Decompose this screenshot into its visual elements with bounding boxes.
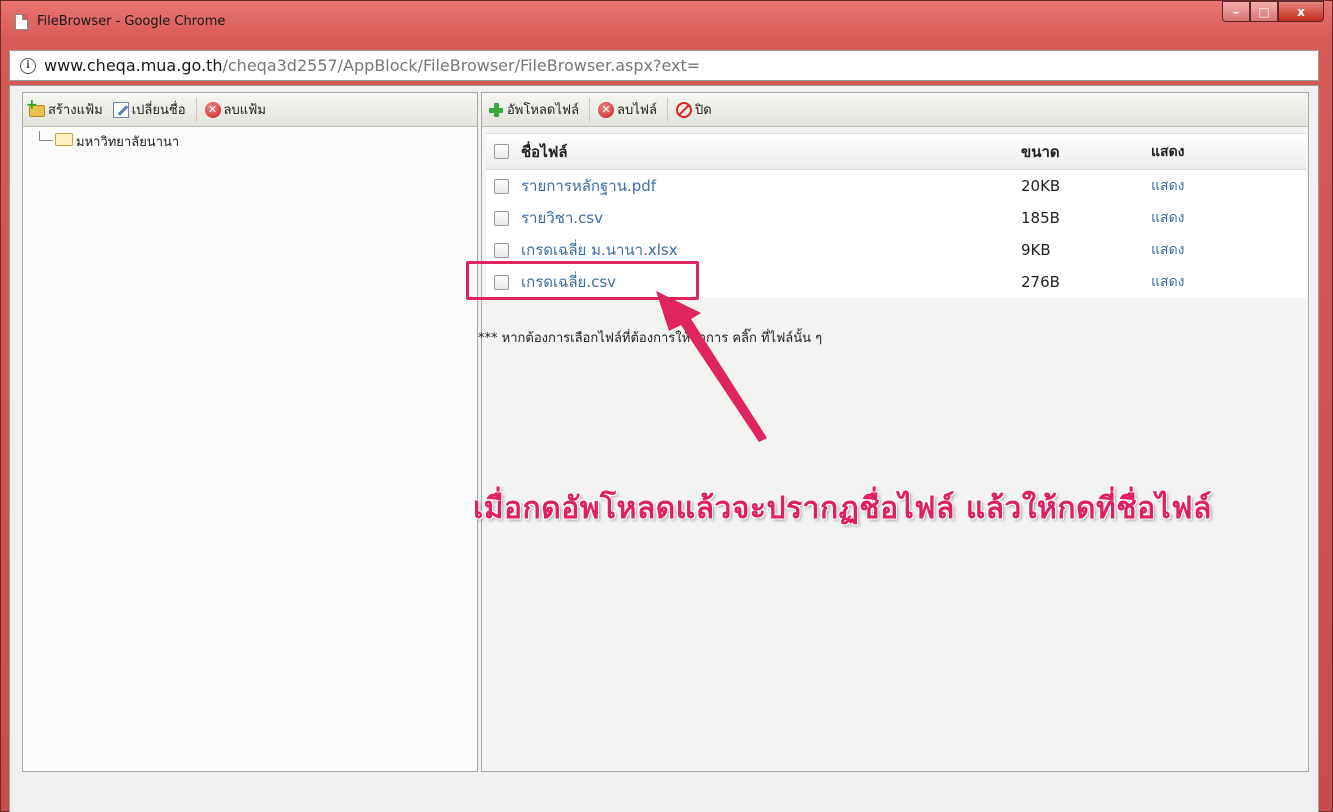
page-icon bbox=[15, 14, 28, 30]
file-name-link[interactable]: รายการหลักฐาน.pdf bbox=[521, 174, 1021, 198]
tree-connector bbox=[39, 131, 53, 141]
row-checkbox[interactable] bbox=[494, 210, 509, 226]
title-bar: FileBrowser - Google Chrome – □ x bbox=[1, 1, 1332, 45]
browser-window: FileBrowser - Google Chrome – □ x i www.… bbox=[0, 0, 1333, 812]
file-name-link[interactable]: รายวิชา.csv bbox=[521, 206, 1021, 230]
highlight-box bbox=[466, 261, 699, 300]
file-size: 185B bbox=[1021, 209, 1060, 227]
file-size: 20KB bbox=[1021, 177, 1061, 195]
new-folder-label: สร้างแฟ้ม bbox=[48, 103, 103, 118]
url-host: www.cheqa.mua.go.th bbox=[44, 56, 223, 75]
tree-item-root[interactable]: มหาวิทยาลัยนานา bbox=[76, 131, 179, 152]
show-link[interactable]: แสดง bbox=[1151, 239, 1185, 261]
row-checkbox[interactable] bbox=[494, 178, 509, 194]
row-checkbox[interactable] bbox=[494, 242, 509, 258]
address-bar[interactable]: i www.cheqa.mua.go.th/cheqa3d2557/AppBlo… bbox=[9, 50, 1319, 81]
header-show: แสดง bbox=[1151, 143, 1185, 160]
header-name[interactable]: ชื่อไฟล์ bbox=[521, 140, 1021, 164]
close-button[interactable]: ปิด bbox=[675, 99, 712, 120]
rename-label: เปลี่ยนชื่อ bbox=[131, 103, 186, 118]
file-pane: อัพโหลดไฟล์ ✕ ลบไฟล์ ปิด ชื่อไฟล์ ขนาด แ… bbox=[478, 92, 1309, 772]
file-size: 9KB bbox=[1021, 241, 1051, 259]
rename-icon bbox=[112, 101, 129, 118]
toolbar-divider bbox=[195, 97, 197, 122]
close-label: ปิด bbox=[694, 103, 712, 118]
delete-file-button[interactable]: ✕ ลบไฟล์ bbox=[598, 99, 657, 120]
rename-button[interactable]: เปลี่ยนชื่อ bbox=[112, 99, 186, 120]
no-entry-icon bbox=[675, 101, 692, 118]
instruction-note: *** หากต้องการเลือกไฟล์ที่ต้องการให้ทำกา… bbox=[478, 331, 823, 346]
table-row[interactable]: รายวิชา.csv 185B แสดง bbox=[486, 202, 1306, 234]
upload-label: อัพโหลดไฟล์ bbox=[507, 103, 580, 118]
url-path: /cheqa3d2557/AppBlock/FileBrowser/FileBr… bbox=[222, 56, 701, 75]
delete-icon: ✕ bbox=[204, 101, 221, 118]
delete-file-label: ลบไฟล์ bbox=[617, 103, 657, 118]
header-size[interactable]: ขนาด bbox=[1021, 140, 1151, 164]
delete-folder-button[interactable]: ✕ ลบแฟ้ม bbox=[204, 99, 266, 120]
file-name-link[interactable]: เกรดเฉลี่ย ม.นานา.xlsx bbox=[521, 238, 1021, 262]
delete-folder-label: ลบแฟ้ม bbox=[223, 103, 266, 118]
upload-button[interactable]: อัพโหลดไฟล์ bbox=[488, 99, 579, 120]
table-row[interactable]: รายการหลักฐาน.pdf 20KB แสดง bbox=[486, 170, 1306, 202]
show-link[interactable]: แสดง bbox=[1151, 175, 1185, 197]
close-window-button[interactable]: x bbox=[1278, 1, 1324, 22]
window-controls: – □ x bbox=[1222, 1, 1324, 23]
page-content: สร้างแฟ้ม เปลี่ยนชื่อ ✕ ลบแฟ้ม มหาวิทยาล… bbox=[9, 85, 1319, 812]
plus-icon bbox=[488, 102, 504, 118]
show-link[interactable]: แสดง bbox=[1151, 271, 1185, 293]
folder-pane: สร้างแฟ้ม เปลี่ยนชื่อ ✕ ลบแฟ้ม มหาวิทยาล… bbox=[22, 92, 478, 772]
select-all-checkbox[interactable] bbox=[494, 144, 509, 159]
delete-icon: ✕ bbox=[598, 101, 615, 118]
file-size: 276B bbox=[1021, 273, 1060, 291]
toolbar-divider bbox=[589, 97, 591, 122]
new-folder-button[interactable]: สร้างแฟ้ม bbox=[26, 97, 103, 120]
maximize-button[interactable]: □ bbox=[1250, 1, 1278, 22]
window-title: FileBrowser - Google Chrome bbox=[37, 14, 226, 29]
show-link[interactable]: แสดง bbox=[1151, 207, 1185, 229]
new-folder-icon bbox=[26, 97, 45, 117]
folder-icon bbox=[55, 133, 73, 146]
toolbar-divider bbox=[666, 97, 668, 122]
minimize-button[interactable]: – bbox=[1222, 1, 1250, 22]
annotation-text: เมื่อกดอัพโหลดแล้วจะปรากฏชื่อไฟล์ แล้วให… bbox=[473, 491, 1212, 526]
table-header: ชื่อไฟล์ ขนาด แสดง bbox=[486, 134, 1306, 170]
folder-tree: มหาวิทยาลัยนานา bbox=[23, 127, 477, 152]
file-toolbar: อัพโหลดไฟล์ ✕ ลบไฟล์ ปิด bbox=[482, 93, 1308, 127]
info-icon[interactable]: i bbox=[20, 57, 36, 74]
folder-toolbar: สร้างแฟ้ม เปลี่ยนชื่อ ✕ ลบแฟ้ม bbox=[23, 93, 477, 127]
